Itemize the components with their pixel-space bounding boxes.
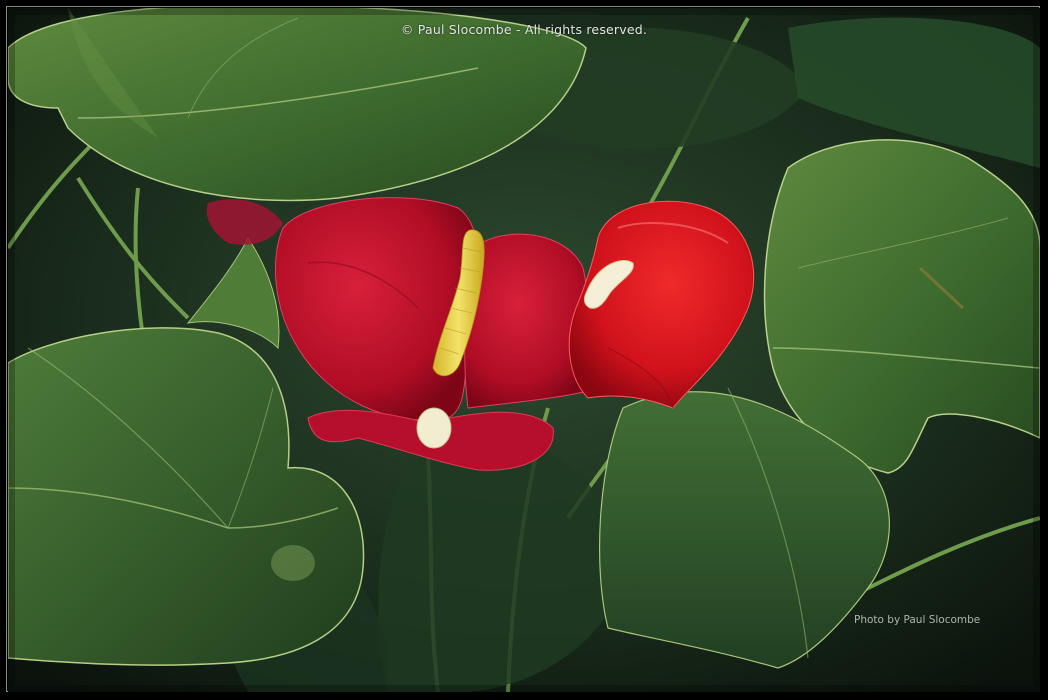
photo: © Paul Slocombe - All rights reserved. P… [8,8,1040,692]
copyright-watermark: © Paul Slocombe - All rights reserved. [400,22,648,37]
photo-frame: © Paul Slocombe - All rights reserved. P… [0,0,1048,700]
photo-illustration [8,8,1040,692]
photo-credit: Photo by Paul Slocombe [854,614,981,626]
white-spadix-bottom [416,407,452,449]
